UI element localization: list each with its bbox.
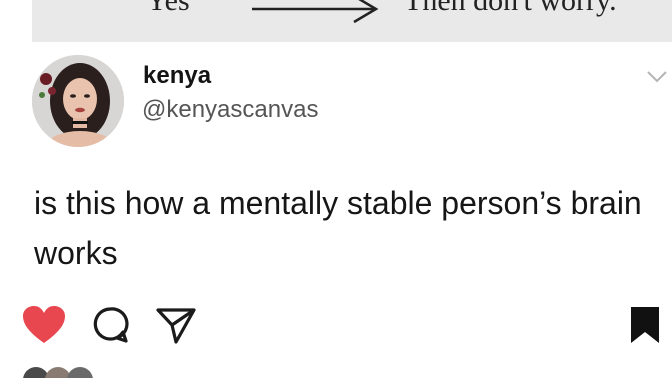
right-arrow-icon [252,0,379,24]
avatar[interactable] [32,55,124,147]
profile-photo [32,55,124,147]
likes-row[interactable] [22,366,662,378]
display-name[interactable]: kenya [143,62,211,90]
chevron-down-icon[interactable] [646,70,668,84]
liker-avatars [23,367,93,378]
post-text: is this how a mentally stable person’s b… [34,185,642,271]
heart-filled-icon[interactable] [22,305,66,345]
bookmark-filled-icon[interactable] [628,305,662,345]
flowchart-result-label: Then don't worry. [404,0,617,17]
flowchart-snippet: Yes Then don't worry. [32,0,672,42]
paper-plane-icon[interactable] [155,305,197,345]
comment-bubble-icon[interactable] [90,305,130,345]
user-handle[interactable]: @kenyascanvas [142,96,318,124]
flowchart-yes-label: Yes [146,0,190,17]
